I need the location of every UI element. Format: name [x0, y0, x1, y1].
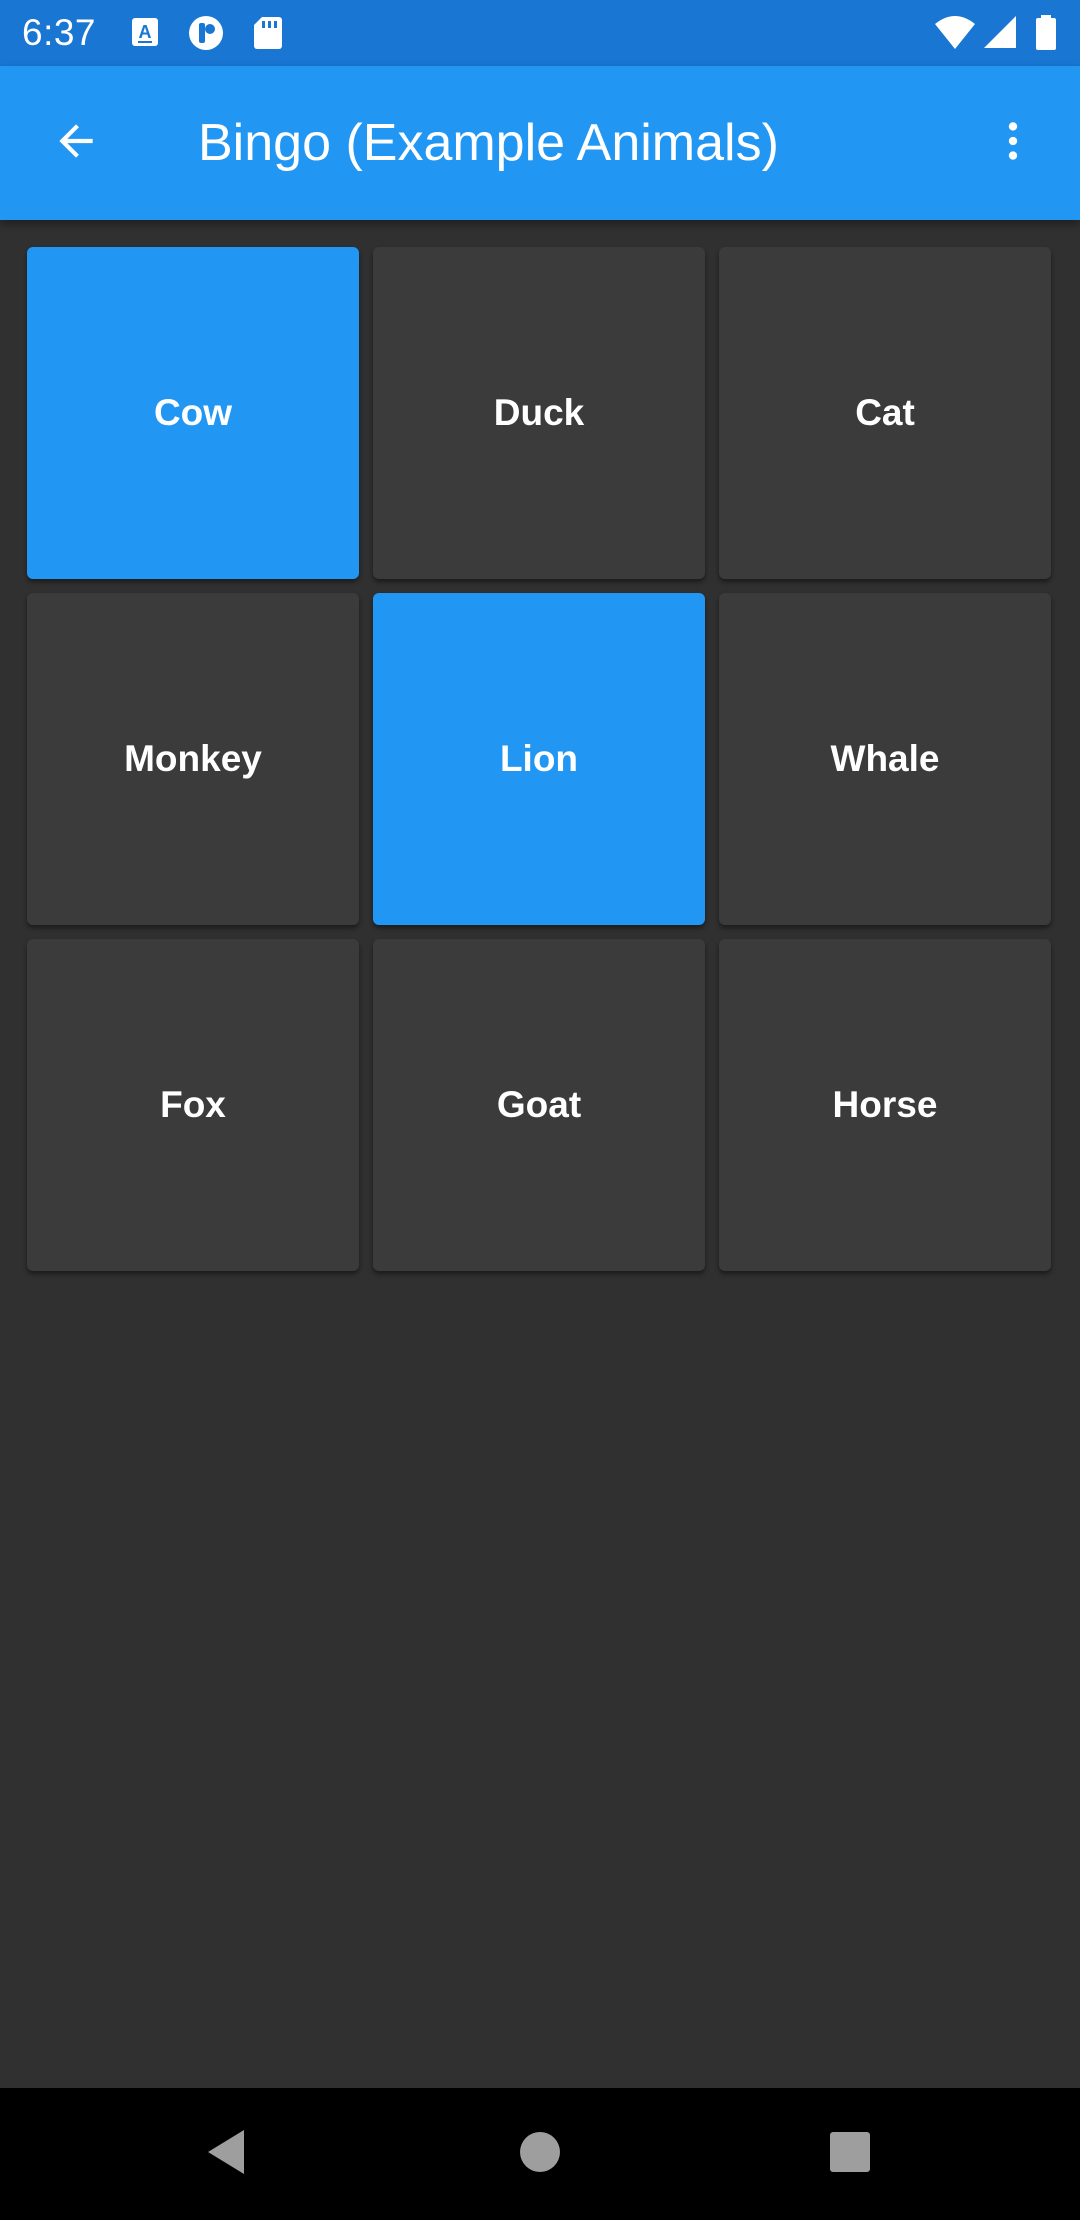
wifi-icon: [934, 14, 976, 52]
sd-card-icon: [252, 14, 284, 52]
back-triangle-icon: [204, 2128, 248, 2181]
app-bar: Bingo (Example Animals): [0, 66, 1080, 220]
tile-label: Cow: [153, 392, 233, 433]
accessibility-a-icon: A: [130, 14, 162, 52]
back-button[interactable]: [36, 103, 116, 183]
nav-recents-button[interactable]: [810, 2114, 890, 2194]
battery-icon: [1034, 14, 1058, 52]
bingo-tile[interactable]: Horse: [719, 939, 1051, 1271]
status-time: 6:37: [22, 12, 97, 53]
bingo-tile[interactable]: Cow: [27, 247, 359, 579]
more-vert-icon: [988, 116, 1038, 171]
cell-signal-icon: [982, 14, 1018, 52]
bingo-tile[interactable]: Whale: [719, 593, 1051, 925]
status-bar: 6:37 A: [0, 0, 1080, 66]
home-circle-icon: [518, 2130, 562, 2179]
nav-home-button[interactable]: [500, 2114, 580, 2194]
tile-label: Goat: [496, 1084, 582, 1125]
tile-label: Fox: [160, 1084, 226, 1125]
bingo-tile[interactable]: Duck: [373, 247, 705, 579]
tile-label: Cat: [855, 392, 915, 433]
tile-label: Horse: [832, 1084, 938, 1125]
recents-square-icon: [829, 2131, 871, 2178]
system-nav-bar: [0, 2088, 1080, 2220]
svg-text:A: A: [139, 22, 152, 42]
screen: 6:37 A Bingo (Example Animals) Cow Duck …: [0, 0, 1080, 2220]
bingo-tile[interactable]: Fox: [27, 939, 359, 1271]
bingo-tile[interactable]: Lion: [373, 593, 705, 925]
page-title: Bingo (Example Animals): [198, 114, 779, 172]
bingo-tile[interactable]: Monkey: [27, 593, 359, 925]
bingo-tile[interactable]: Goat: [373, 939, 705, 1271]
nav-back-button[interactable]: [186, 2114, 266, 2194]
bingo-board: Cow Duck Cat Monkey Lion Whale Fox Goat …: [27, 247, 1053, 1271]
app-notification-icon: [186, 14, 226, 52]
tile-label: Duck: [493, 392, 585, 433]
tile-label: Lion: [499, 738, 579, 779]
overflow-menu-button[interactable]: [973, 103, 1053, 183]
tile-label: Monkey: [124, 738, 262, 779]
bingo-tile[interactable]: Cat: [719, 247, 1051, 579]
arrow-back-icon: [51, 116, 101, 171]
tile-label: Whale: [830, 738, 940, 779]
